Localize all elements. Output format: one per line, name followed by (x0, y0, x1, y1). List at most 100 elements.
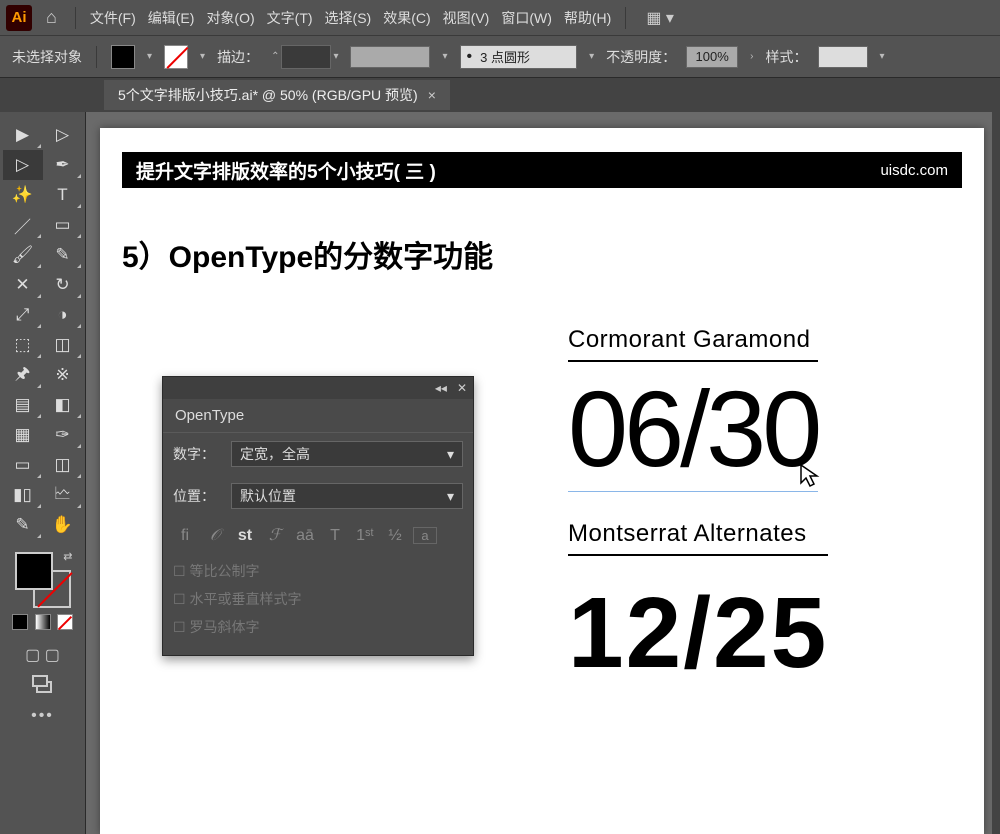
ot-titling-icon[interactable]: aā (293, 527, 317, 545)
position-select[interactable]: 默认位置 ▾ (231, 483, 463, 509)
stroke-label: 描边： (217, 47, 259, 67)
color-mode-icon[interactable] (12, 614, 28, 630)
ot-check-hv-style[interactable]: 水平或垂直样式字 (173, 585, 463, 613)
rotate-tool-icon[interactable]: ↻ (43, 270, 83, 300)
font-value-2[interactable]: 12/25 (568, 576, 828, 691)
style-label: 样式： (766, 47, 808, 67)
pen-tool-icon[interactable]: ✒ (43, 150, 83, 180)
banner-right-text: uisdc.com (880, 162, 948, 179)
separator (625, 7, 626, 29)
menu-view[interactable]: 视图(V) (441, 8, 492, 28)
scale-tool-icon[interactable]: ⤢ (3, 300, 43, 330)
direct-selection-tool-icon[interactable]: ▷ (43, 120, 83, 150)
artboard-tool-icon[interactable]: ▭ (3, 450, 43, 480)
menu-select[interactable]: 选择(S) (323, 8, 374, 28)
type-tool-icon[interactable]: T (43, 180, 83, 210)
ot-ordinal-icon[interactable]: 1ˢᵗ (353, 527, 377, 545)
menu-file[interactable]: 文件(F) (88, 8, 138, 28)
stroke-swatch[interactable] (164, 45, 188, 69)
rectangle-tool-icon[interactable]: ▭ (43, 210, 83, 240)
workspace-switcher-icon[interactable]: ▦ ▾ (646, 8, 674, 28)
screen-mode-icon[interactable]: ▢ ▢ (25, 645, 60, 665)
shape-builder-tool-icon[interactable]: ⬚ (3, 330, 43, 360)
panel-close-icon[interactable]: ✕ (457, 381, 467, 395)
eraser-tool-icon[interactable]: ✕ (3, 270, 43, 300)
position-value: 默认位置 (240, 486, 296, 506)
hand-tool-icon[interactable]: ✋ (43, 510, 83, 540)
chevron-down-icon[interactable]: ▾ (145, 51, 154, 62)
home-icon[interactable]: ⌂ (40, 7, 63, 28)
ot-stylistic-set-icon[interactable]: a (413, 527, 437, 544)
chevron-down-icon[interactable]: ▾ (587, 51, 596, 62)
pencil-tool-icon[interactable]: ✎ (43, 240, 83, 270)
symbol-tool-icon[interactable]: ▦ (3, 420, 43, 450)
ot-check-roman-italic[interactable]: 罗马斜体字 (173, 613, 463, 641)
zoom-tool-icon[interactable]: 🗠 (43, 480, 83, 510)
ot-swash-icon[interactable]: 𝒪 (203, 527, 227, 545)
blend-tool-icon[interactable]: ◧ (43, 390, 83, 420)
group-selection-tool-icon[interactable]: ▷ (3, 150, 43, 180)
ot-stylistic-alt-icon[interactable]: ℱ (263, 525, 287, 545)
chevron-down-icon[interactable]: ▾ (440, 51, 449, 62)
stepper-up-icon[interactable]: ⌃ (269, 51, 281, 62)
ot-check-proportional[interactable]: 等比公制字 (173, 557, 463, 585)
font-sample-2: Montserrat Alternates 12/25 (568, 520, 828, 691)
close-icon[interactable]: × (428, 87, 436, 103)
document-tab-strip: 5个文字排版小技巧.ai* @ 50% (RGB/GPU 预览) × (0, 78, 1000, 112)
magic-wand-tool-icon[interactable]: ✨ (3, 180, 43, 210)
app-logo-icon: Ai (6, 5, 32, 31)
menu-type[interactable]: 文字(T) (265, 8, 315, 28)
hand-tool-icon[interactable]: ✎ (3, 510, 43, 540)
more-tools-icon[interactable]: ••• (31, 707, 54, 725)
font-name-1: Cormorant Garamond (568, 326, 818, 362)
brush-tool-icon[interactable]: 🖌 (3, 240, 43, 270)
gradient-tool-icon[interactable]: ▤ (3, 390, 43, 420)
menu-edit[interactable]: 编辑(E) (146, 8, 197, 28)
graphic-style-swatch[interactable] (818, 46, 868, 68)
slice-tool-icon[interactable]: ◫ (43, 450, 83, 480)
gradient-mode-icon[interactable] (35, 614, 51, 630)
canvas-area[interactable]: 提升文字排版效率的5个小技巧( 三 ) uisdc.com 5）OpenType… (86, 112, 1000, 834)
menu-object[interactable]: 对象(O) (204, 8, 256, 28)
mesh-tool-icon[interactable]: ※ (43, 360, 83, 390)
width-tool-icon[interactable]: ◑ (43, 300, 83, 330)
dash-style-value[interactable] (480, 49, 570, 64)
menu-help[interactable]: 帮助(H) (562, 8, 613, 28)
document-tab[interactable]: 5个文字排版小技巧.ai* @ 50% (RGB/GPU 预览) × (104, 80, 450, 110)
brush-preview[interactable] (350, 46, 430, 68)
chevron-down-icon[interactable]: ▾ (878, 51, 887, 62)
stroke-weight-input[interactable] (281, 45, 331, 69)
chevron-down-icon[interactable]: ▾ (198, 51, 207, 62)
separator (75, 7, 76, 29)
opacity-input[interactable] (686, 46, 738, 68)
swap-icon[interactable]: ⇄ (63, 550, 72, 563)
free-transform-tool-icon[interactable]: ◫ (43, 330, 83, 360)
none-mode-icon[interactable] (57, 614, 73, 630)
graph-tool-icon[interactable]: ▮▯ (3, 480, 43, 510)
figure-style-select[interactable]: 定宽，全高 ▾ (231, 441, 463, 467)
fill-box[interactable] (15, 552, 53, 590)
ot-ligature-icon[interactable]: fi (173, 527, 197, 545)
panel-collapse-icon[interactable]: ◂◂ (435, 381, 447, 395)
chevron-down-icon[interactable]: ▾ (331, 51, 340, 62)
ot-contextual-icon[interactable]: T (323, 527, 347, 545)
font-value-1[interactable]: 06/30 (568, 366, 818, 493)
fill-swatch[interactable] (111, 45, 135, 69)
opentype-panel[interactable]: ◂◂ ✕ OpenType 数字： 定宽，全高 ▾ 位置： 默认位置 ▾ fi (162, 376, 474, 656)
perspective-tool-icon[interactable]: 🖈 (3, 360, 43, 390)
menu-window[interactable]: 窗口(W) (499, 8, 554, 28)
section-heading: 5）OpenType的分数字功能 (122, 232, 984, 276)
draw-mode-icon[interactable] (32, 675, 54, 697)
menu-effect[interactable]: 效果(C) (381, 8, 432, 28)
chevron-right-icon[interactable]: › (748, 51, 755, 62)
ot-fraction-icon[interactable]: ½ (383, 527, 407, 545)
right-panel-strip[interactable] (992, 112, 1000, 834)
ot-discretionary-ligature-icon[interactable]: st (233, 527, 257, 545)
opentype-panel-title[interactable]: OpenType (163, 399, 473, 433)
line-tool-icon[interactable]: ／ (3, 210, 43, 240)
selection-tool-icon[interactable]: ▶ (3, 120, 43, 150)
opacity-label: 不透明度： (606, 47, 676, 67)
fill-stroke-control[interactable]: ⇄ (15, 552, 71, 608)
eyedropper-tool-icon[interactable]: ✑ (43, 420, 83, 450)
dash-style-select[interactable]: • (460, 45, 578, 69)
